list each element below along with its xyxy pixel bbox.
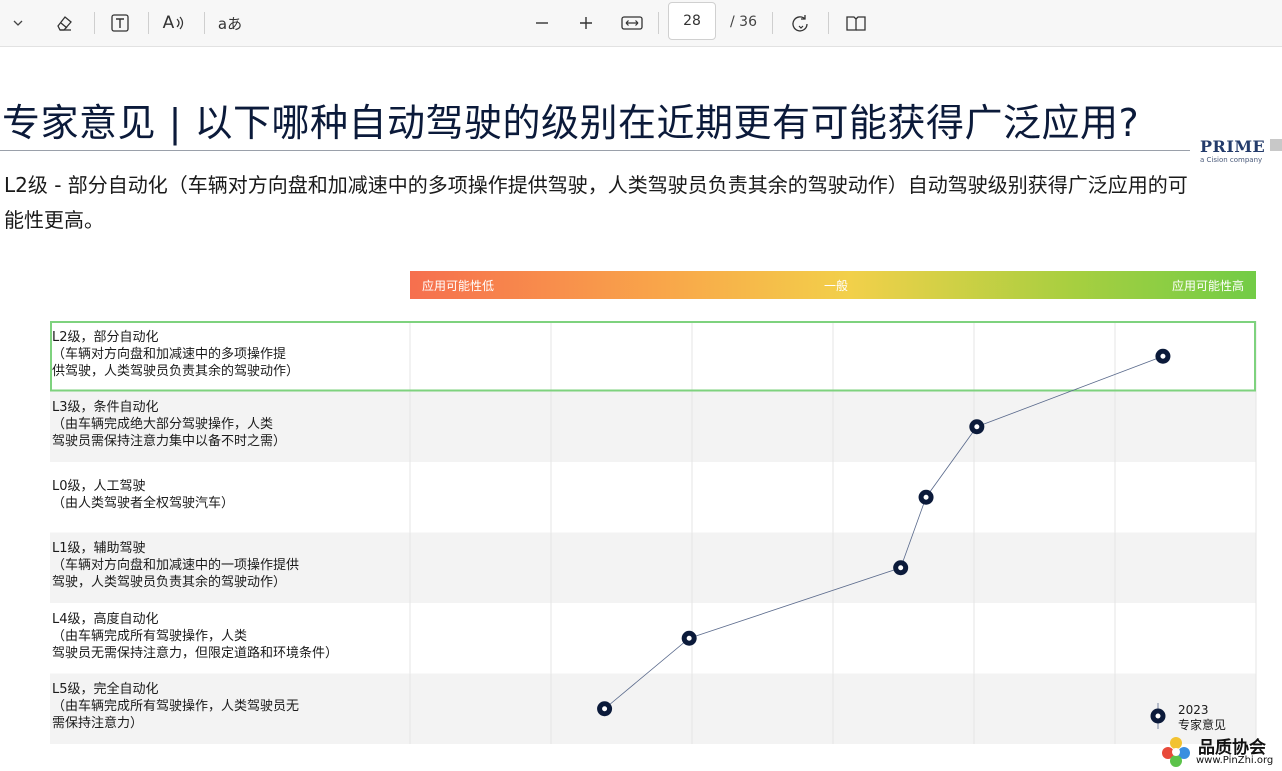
data-point-center xyxy=(602,706,608,712)
data-point-center xyxy=(1160,353,1166,359)
data-point-center xyxy=(974,424,980,430)
legend-label-year: 2023 xyxy=(1178,703,1209,717)
translate-icon[interactable]: aあ xyxy=(214,7,246,39)
category-label-line: 需保持注意力） xyxy=(52,716,144,732)
toolbar-separator xyxy=(148,12,149,34)
toolbar-separator xyxy=(204,12,205,34)
eraser-icon[interactable] xyxy=(48,7,80,39)
rotate-icon[interactable] xyxy=(784,7,816,39)
page-number-input[interactable] xyxy=(668,2,716,40)
logo-sub-text: a Cision company xyxy=(1200,156,1263,164)
flower-logo-icon xyxy=(1162,737,1190,767)
fit-width-icon[interactable] xyxy=(616,7,648,39)
slide-subtitle: L2级 - 部分自动化（车辆对方向盘和加减速中的多项操作提供驾驶，人类驾驶员负责… xyxy=(4,173,1188,232)
zoom-in-icon[interactable] xyxy=(570,7,602,39)
toolbar-separator xyxy=(94,12,95,34)
category-label-line: 供驾驶，人类驾驶员负责其余的驾驶动作） xyxy=(52,363,300,379)
category-label: L5级，完全自动化 （由车辆完成所有驾驶操作，人类驾驶员无 需保持注意力） xyxy=(52,681,352,732)
watermark-url-text: www.PinZhi.org xyxy=(1196,755,1274,766)
category-label-line: L4级，高度自动化 xyxy=(52,611,159,627)
read-aloud-icon[interactable]: A xyxy=(158,7,190,39)
category-label-line: L1级，辅助驾驶 xyxy=(52,541,146,557)
toolbar-separator xyxy=(772,12,773,34)
zoom-out-icon[interactable] xyxy=(526,7,558,39)
category-label-line: （由人类驾驶者全权驾驶汽车） xyxy=(52,496,235,512)
category-label: L3级，条件自动化 （由车辆完成绝大部分驾驶操作，人类 驾驶员需保持注意力集中以备不… xyxy=(52,399,352,450)
category-label-line: （车辆对方向盘和加减速中的一项操作提供 xyxy=(52,558,300,574)
chevron-down-icon[interactable] xyxy=(2,7,34,39)
category-label-line: （由车辆完成所有驾驶操作，人类 xyxy=(52,628,248,644)
dot-plot-chart: 应用可能性低 一般 应用可能性高 L2级，部分自动化 （车辆对方向盘和加减速中的多… xyxy=(0,265,1282,755)
category-label: L0级，人工驾驶 （由人类驾驶者全权驾驶汽车） xyxy=(52,478,352,512)
toolbar-separator xyxy=(658,12,659,34)
legend-marker-center xyxy=(1155,713,1161,719)
legend-label-series: 专家意见 xyxy=(1178,718,1227,732)
logo-mark-icon xyxy=(1270,139,1282,151)
prime-logo: PRIME a Cision company xyxy=(1200,137,1282,167)
translate-glyph: aあ xyxy=(217,14,243,33)
page-view-icon[interactable] xyxy=(840,7,872,39)
category-label-line: 驾驶，人类驾驶员负责其余的驾驶动作） xyxy=(52,575,287,591)
data-point-center xyxy=(923,494,929,500)
category-label-line: L2级，部分自动化 xyxy=(52,329,159,345)
category-label-line: （由车辆完成绝大部分驾驶操作，人类 xyxy=(52,417,274,433)
category-label: L4级，高度自动化 （由车辆完成所有驾驶操作，人类 驾驶员无需保持注意力，但限定道路… xyxy=(52,611,352,662)
page-total: / 36 xyxy=(730,14,757,30)
logo-main-text: PRIME xyxy=(1200,137,1266,156)
title-divider xyxy=(0,150,1190,151)
pdf-toolbar: A aあ / 36 xyxy=(0,0,1282,47)
data-point-center xyxy=(686,635,692,641)
category-label-line: （车辆对方向盘和加减速中的多项操作提 xyxy=(52,346,287,362)
category-label: L1级，辅助驾驶 （车辆对方向盘和加减速中的一项操作提供 驾驶，人类驾驶员负责其余的… xyxy=(52,540,352,591)
category-label-line: L5级，完全自动化 xyxy=(52,682,159,698)
data-point-center xyxy=(898,565,904,571)
read-aloud-glyph: A xyxy=(162,13,175,33)
category-label-line: L3级，条件自动化 xyxy=(52,400,159,416)
toolbar-separator xyxy=(828,12,829,34)
slide-title: 专家意见 | 以下哪种自动驾驶的级别在近期更有可能获得广泛应用? xyxy=(2,101,1140,145)
text-box-icon[interactable] xyxy=(104,7,136,39)
pinzhi-watermark: 品质协会 www.PinZhi.org xyxy=(1158,733,1282,771)
category-label-line: L0级，人工驾驶 xyxy=(52,479,146,495)
category-label: L2级，部分自动化 （车辆对方向盘和加减速中的多项操作提 供驾驶，人类驾驶员负责其余… xyxy=(52,329,352,380)
category-label-line: 驾驶员需保持注意力集中以备不时之需） xyxy=(52,434,287,450)
category-label-line: 驾驶员无需保持注意力，但限定道路和环境条件） xyxy=(52,645,339,661)
category-label-line: （由车辆完成所有驾驶操作，人类驾驶员无 xyxy=(52,699,300,715)
